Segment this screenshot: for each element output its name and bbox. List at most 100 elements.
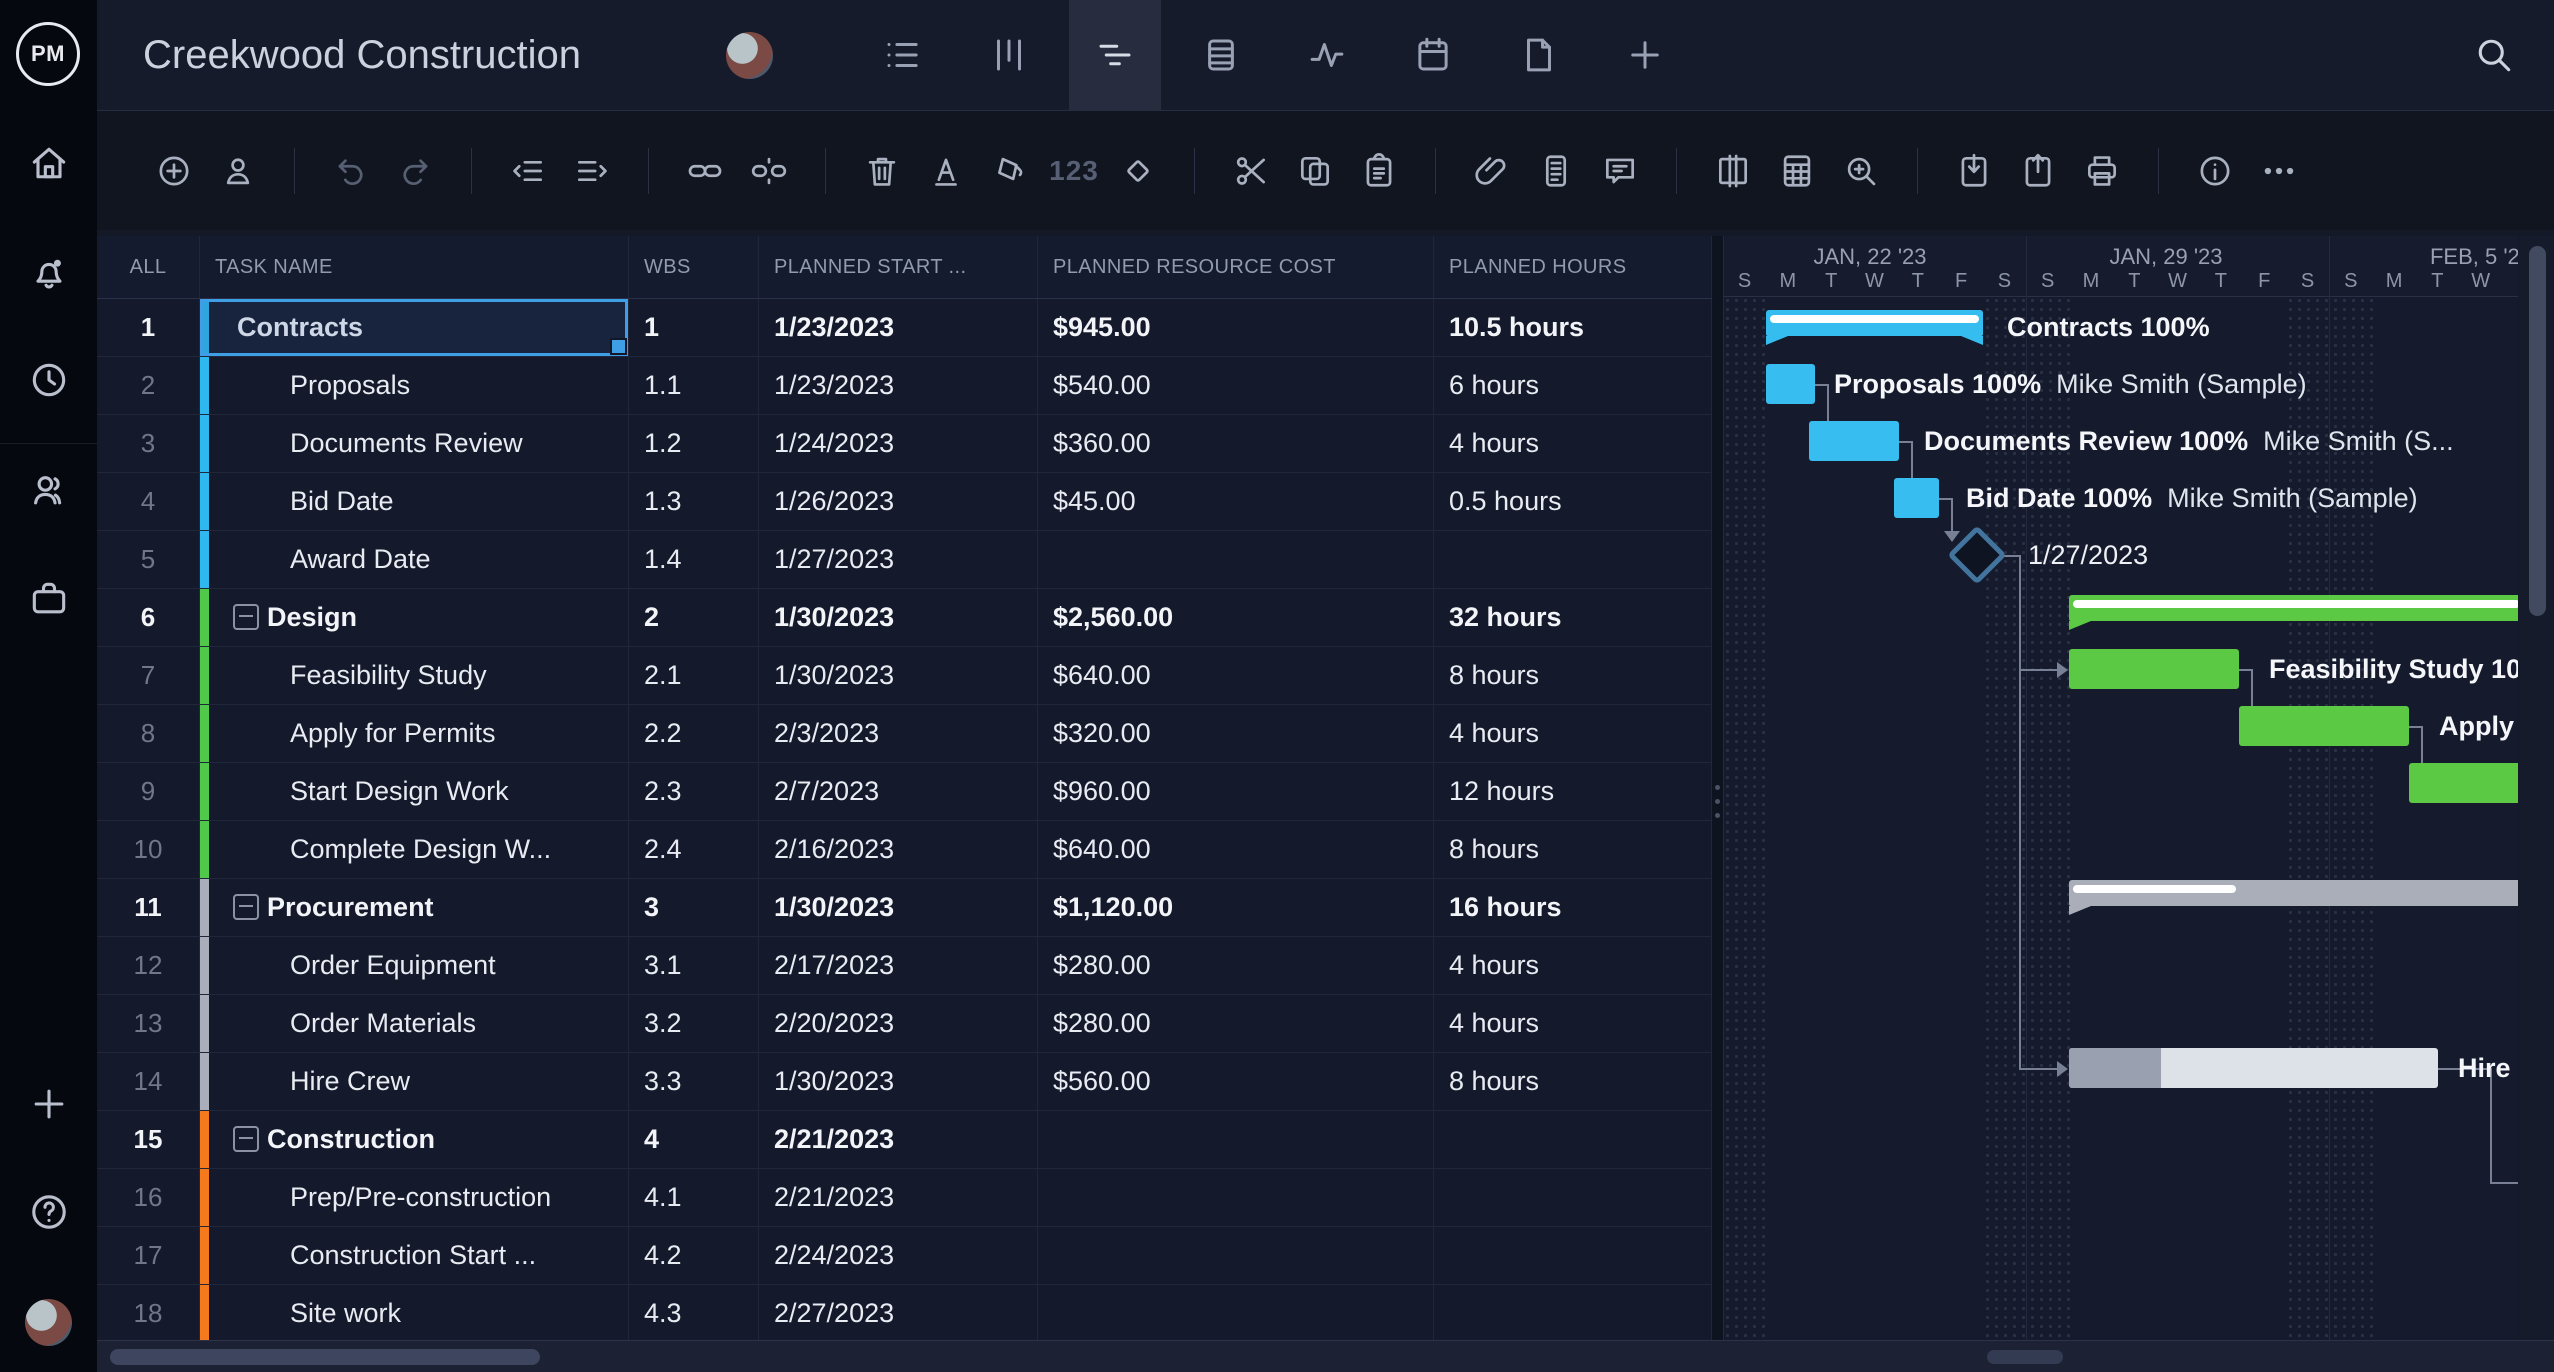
cell-hours[interactable] — [1434, 1169, 1712, 1226]
task-name-cell[interactable]: Complete Design W... — [200, 821, 629, 878]
cell-hours[interactable]: 4 hours — [1434, 705, 1712, 762]
table-row[interactable]: 15 Construction 4 2/21/2023 — [97, 1111, 1712, 1169]
search-icon[interactable] — [2472, 33, 2516, 77]
sidebar-add-new-icon[interactable] — [0, 1080, 97, 1128]
cell-cost[interactable]: $960.00 — [1038, 763, 1434, 820]
gantt-task-bar[interactable] — [2069, 1048, 2438, 1088]
column-header-start[interactable]: PLANNED START ... — [759, 236, 1038, 298]
gantt-task-bar[interactable] — [2239, 706, 2409, 746]
cell-cost[interactable] — [1038, 1111, 1434, 1168]
cell-wbs[interactable]: 3.3 — [629, 1053, 759, 1110]
table-horizontal-scrollbar[interactable] — [110, 1349, 540, 1365]
toolbar-text-color-button[interactable] — [926, 151, 966, 191]
task-name-cell[interactable]: Feasibility Study — [200, 647, 629, 704]
toolbar-delete-button[interactable] — [862, 151, 902, 191]
column-header-num[interactable]: ALL — [97, 236, 200, 298]
table-row[interactable]: 2 Proposals 1.1 1/23/2023 $540.00 6 hours — [97, 357, 1712, 415]
table-row[interactable]: 6 Design 2 1/30/2023 $2,560.00 32 hours — [97, 589, 1712, 647]
cell-start[interactable]: 1/30/2023 — [759, 1053, 1038, 1110]
cell-start[interactable]: 1/23/2023 — [759, 299, 1038, 356]
task-name-cell[interactable]: Start Design Work — [200, 763, 629, 820]
cell-start[interactable]: 2/7/2023 — [759, 763, 1038, 820]
toolbar-milestone-button[interactable] — [1118, 151, 1158, 191]
toolbar-undo-button[interactable] — [331, 151, 371, 191]
task-name-cell[interactable]: Bid Date — [200, 473, 629, 530]
cell-start[interactable]: 2/24/2023 — [759, 1227, 1038, 1284]
cell-cost[interactable]: $1,120.00 — [1038, 879, 1434, 936]
collapse-toggle-icon[interactable] — [233, 893, 259, 920]
toolbar-print-button[interactable] — [2082, 151, 2122, 191]
table-row[interactable]: 7 Feasibility Study 2.1 1/30/2023 $640.00 8 h… — [97, 647, 1712, 705]
gantt-task-bar[interactable] — [1894, 478, 1939, 518]
toolbar-fill-color-button[interactable] — [990, 151, 1030, 191]
cell-wbs[interactable]: 4 — [629, 1111, 759, 1168]
cell-start[interactable]: 2/27/2023 — [759, 1285, 1038, 1340]
toolbar-comment-button[interactable] — [1600, 151, 1640, 191]
task-name-cell[interactable]: Design — [200, 589, 629, 646]
tab-list-view[interactable] — [857, 0, 949, 110]
gantt-horizontal-scrollbar[interactable] — [1987, 1350, 2063, 1364]
cell-wbs[interactable]: 3 — [629, 879, 759, 936]
toolbar-number-format-button[interactable]: 123 — [1049, 151, 1098, 191]
cell-start[interactable]: 1/24/2023 — [759, 415, 1038, 472]
task-name-cell[interactable]: Documents Review — [200, 415, 629, 472]
cell-start[interactable]: 2/16/2023 — [759, 821, 1038, 878]
toolbar-unlink-tasks-button[interactable] — [749, 151, 789, 191]
cell-cost[interactable]: $640.00 — [1038, 647, 1434, 704]
cell-start[interactable]: 1/30/2023 — [759, 879, 1038, 936]
cell-start[interactable]: 1/26/2023 — [759, 473, 1038, 530]
gantt-task-bar[interactable] — [2069, 649, 2239, 689]
toolbar-add-task-button[interactable] — [154, 151, 194, 191]
cell-hours[interactable]: 4 hours — [1434, 995, 1712, 1052]
cell-hours[interactable]: 16 hours — [1434, 879, 1712, 936]
cell-hours[interactable] — [1434, 531, 1712, 588]
toolbar-more-options-button[interactable] — [2259, 151, 2299, 191]
toolbar-outdent-button[interactable] — [508, 151, 548, 191]
toolbar-info-button[interactable] — [2195, 151, 2235, 191]
sidebar-home-icon[interactable] — [0, 139, 97, 187]
cell-hours[interactable] — [1434, 1285, 1712, 1340]
gantt-vertical-scrollbar[interactable] — [2529, 246, 2546, 616]
table-row[interactable]: 1 Contracts 1 1/23/2023 $945.00 10.5 hours — [97, 299, 1712, 357]
table-row[interactable]: 16 Prep/Pre-construction 4.1 2/21/2023 — [97, 1169, 1712, 1227]
task-name-cell[interactable]: Proposals — [200, 357, 629, 414]
cell-wbs[interactable]: 4.1 — [629, 1169, 759, 1226]
cell-wbs[interactable]: 3.1 — [629, 937, 759, 994]
cell-cost[interactable] — [1038, 1169, 1434, 1226]
column-header-name[interactable]: TASK NAME — [200, 236, 629, 298]
cell-wbs[interactable]: 2.3 — [629, 763, 759, 820]
cell-start[interactable]: 1/23/2023 — [759, 357, 1038, 414]
tab-board-view[interactable] — [963, 0, 1055, 110]
toolbar-export-button[interactable] — [2018, 151, 2058, 191]
tab-sheet-view[interactable] — [1175, 0, 1267, 110]
table-row[interactable]: 17 Construction Start ... 4.2 2/24/2023 — [97, 1227, 1712, 1285]
table-row[interactable]: 18 Site work 4.3 2/27/2023 — [97, 1285, 1712, 1340]
cell-wbs[interactable]: 1.4 — [629, 531, 759, 588]
cell-hours[interactable]: 0.5 hours — [1434, 473, 1712, 530]
cell-cost[interactable]: $640.00 — [1038, 821, 1434, 878]
toolbar-assign-person-button[interactable] — [218, 151, 258, 191]
toolbar-link-tasks-button[interactable] — [685, 151, 725, 191]
toolbar-import-button[interactable] — [1954, 151, 1994, 191]
cell-cost[interactable] — [1038, 1227, 1434, 1284]
cell-start[interactable]: 2/20/2023 — [759, 995, 1038, 1052]
toolbar-indent-button[interactable] — [572, 151, 612, 191]
collapse-toggle-icon[interactable] — [233, 1125, 259, 1152]
cell-cost[interactable]: $2,560.00 — [1038, 589, 1434, 646]
tab-gantt-view[interactable] — [1069, 0, 1161, 110]
toolbar-copy-button[interactable] — [1295, 151, 1335, 191]
table-row[interactable]: 8 Apply for Permits 2.2 2/3/2023 $320.00 4 ho… — [97, 705, 1712, 763]
cell-hours[interactable]: 4 hours — [1434, 937, 1712, 994]
table-row[interactable]: 13 Order Materials 3.2 2/20/2023 $280.00 4 ho… — [97, 995, 1712, 1053]
table-row[interactable]: 9 Start Design Work 2.3 2/7/2023 $960.00 12 h… — [97, 763, 1712, 821]
toolbar-paste-button[interactable] — [1359, 151, 1399, 191]
cell-start[interactable]: 1/30/2023 — [759, 647, 1038, 704]
column-header-hours[interactable]: PLANNED HOURS — [1434, 236, 1712, 298]
gantt-task-bar[interactable] — [2409, 763, 2518, 803]
gantt-summary-bar[interactable] — [1766, 310, 1983, 345]
cell-cost[interactable]: $540.00 — [1038, 357, 1434, 414]
task-name-cell[interactable]: Order Equipment — [200, 937, 629, 994]
cell-hours[interactable]: 10.5 hours — [1434, 299, 1712, 356]
cell-cost[interactable] — [1038, 1285, 1434, 1340]
cell-start[interactable]: 2/3/2023 — [759, 705, 1038, 762]
